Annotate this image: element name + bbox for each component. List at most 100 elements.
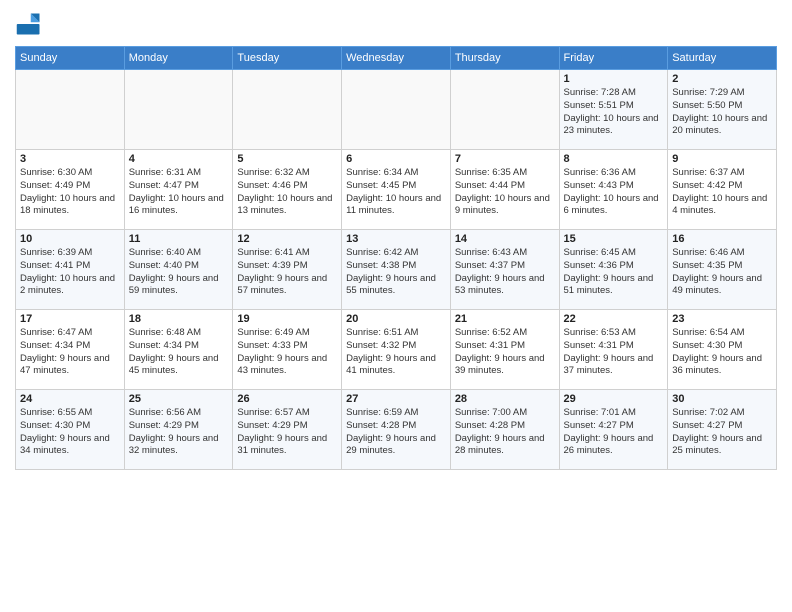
day-info: Sunrise: 6:30 AM Sunset: 4:49 PM Dayligh… xyxy=(20,167,120,218)
day-info: Sunrise: 6:32 AM Sunset: 4:46 PM Dayligh… xyxy=(237,167,337,218)
day-info: Sunrise: 6:39 AM Sunset: 4:41 PM Dayligh… xyxy=(20,247,120,298)
header-cell-saturday: Saturday xyxy=(668,47,777,70)
day-info: Sunrise: 7:00 AM Sunset: 4:28 PM Dayligh… xyxy=(455,407,555,458)
day-number: 10 xyxy=(20,233,120,245)
calendar-cell xyxy=(233,70,342,150)
day-info: Sunrise: 7:28 AM Sunset: 5:51 PM Dayligh… xyxy=(564,87,664,138)
day-number: 29 xyxy=(564,393,664,405)
calendar-cell: 23 Sunrise: 6:54 AM Sunset: 4:30 PM Dayli… xyxy=(668,310,777,390)
calendar-cell xyxy=(450,70,559,150)
day-number: 16 xyxy=(672,233,772,245)
calendar-week-1: 3 Sunrise: 6:30 AM Sunset: 4:49 PM Daylig… xyxy=(16,150,777,230)
day-info: Sunrise: 6:56 AM Sunset: 4:29 PM Dayligh… xyxy=(129,407,229,458)
day-number: 24 xyxy=(20,393,120,405)
calendar-cell: 2 Sunrise: 7:29 AM Sunset: 5:50 PM Daylig… xyxy=(668,70,777,150)
day-info: Sunrise: 6:43 AM Sunset: 4:37 PM Dayligh… xyxy=(455,247,555,298)
day-number: 21 xyxy=(455,313,555,325)
calendar-body: 1 Sunrise: 7:28 AM Sunset: 5:51 PM Daylig… xyxy=(16,70,777,470)
day-number: 23 xyxy=(672,313,772,325)
day-info: Sunrise: 6:42 AM Sunset: 4:38 PM Dayligh… xyxy=(346,247,446,298)
day-info: Sunrise: 7:29 AM Sunset: 5:50 PM Dayligh… xyxy=(672,87,772,138)
day-info: Sunrise: 6:51 AM Sunset: 4:32 PM Dayligh… xyxy=(346,327,446,378)
day-number: 5 xyxy=(237,153,337,165)
header-row: SundayMondayTuesdayWednesdayThursdayFrid… xyxy=(16,47,777,70)
day-number: 1 xyxy=(564,73,664,85)
day-number: 19 xyxy=(237,313,337,325)
calendar-cell: 19 Sunrise: 6:49 AM Sunset: 4:33 PM Dayli… xyxy=(233,310,342,390)
calendar-cell: 29 Sunrise: 7:01 AM Sunset: 4:27 PM Dayli… xyxy=(559,390,668,470)
calendar-cell: 26 Sunrise: 6:57 AM Sunset: 4:29 PM Dayli… xyxy=(233,390,342,470)
header-cell-tuesday: Tuesday xyxy=(233,47,342,70)
day-info: Sunrise: 7:01 AM Sunset: 4:27 PM Dayligh… xyxy=(564,407,664,458)
day-info: Sunrise: 6:48 AM Sunset: 4:34 PM Dayligh… xyxy=(129,327,229,378)
calendar-cell: 27Sunrise: 6:59 AM Sunset: 4:28 PM Dayli… xyxy=(342,390,451,470)
calendar-cell xyxy=(124,70,233,150)
calendar-cell: 11 Sunrise: 6:40 AM Sunset: 4:40 PM Dayli… xyxy=(124,230,233,310)
calendar-header: SundayMondayTuesdayWednesdayThursdayFrid… xyxy=(16,47,777,70)
calendar-cell: 5 Sunrise: 6:32 AM Sunset: 4:46 PM Daylig… xyxy=(233,150,342,230)
day-number: 22 xyxy=(564,313,664,325)
day-info: Sunrise: 6:35 AM Sunset: 4:44 PM Dayligh… xyxy=(455,167,555,218)
calendar-cell: 22 Sunrise: 6:53 AM Sunset: 4:31 PM Dayli… xyxy=(559,310,668,390)
day-number: 26 xyxy=(237,393,337,405)
calendar-cell: 17 Sunrise: 6:47 AM Sunset: 4:34 PM Dayli… xyxy=(16,310,125,390)
calendar-cell: 3 Sunrise: 6:30 AM Sunset: 4:49 PM Daylig… xyxy=(16,150,125,230)
header-cell-sunday: Sunday xyxy=(16,47,125,70)
calendar-cell: 15Sunrise: 6:45 AM Sunset: 4:36 PM Dayli… xyxy=(559,230,668,310)
day-number: 15 xyxy=(564,233,664,245)
header-cell-monday: Monday xyxy=(124,47,233,70)
calendar-cell: 9 Sunrise: 6:37 AM Sunset: 4:42 PM Daylig… xyxy=(668,150,777,230)
calendar-cell: 20 Sunrise: 6:51 AM Sunset: 4:32 PM Dayli… xyxy=(342,310,451,390)
day-number: 14 xyxy=(455,233,555,245)
calendar-cell: 6Sunrise: 6:34 AM Sunset: 4:45 PM Daylig… xyxy=(342,150,451,230)
calendar-week-4: 24 Sunrise: 6:55 AM Sunset: 4:30 PM Dayli… xyxy=(16,390,777,470)
day-number: 25 xyxy=(129,393,229,405)
day-info: Sunrise: 6:31 AM Sunset: 4:47 PM Dayligh… xyxy=(129,167,229,218)
day-info: Sunrise: 6:36 AM Sunset: 4:43 PM Dayligh… xyxy=(564,167,664,218)
calendar-cell: 18Sunrise: 6:48 AM Sunset: 4:34 PM Dayli… xyxy=(124,310,233,390)
calendar-cell: 25 Sunrise: 6:56 AM Sunset: 4:29 PM Dayli… xyxy=(124,390,233,470)
day-number: 2 xyxy=(672,73,772,85)
day-info: Sunrise: 6:34 AM Sunset: 4:45 PM Dayligh… xyxy=(346,167,446,218)
header-cell-friday: Friday xyxy=(559,47,668,70)
day-info: Sunrise: 7:02 AM Sunset: 4:27 PM Dayligh… xyxy=(672,407,772,458)
header xyxy=(15,10,777,38)
day-info: Sunrise: 6:53 AM Sunset: 4:31 PM Dayligh… xyxy=(564,327,664,378)
day-info: Sunrise: 6:59 AM Sunset: 4:28 PM Dayligh… xyxy=(346,407,446,458)
calendar-cell: 8 Sunrise: 6:36 AM Sunset: 4:43 PM Daylig… xyxy=(559,150,668,230)
logo xyxy=(15,10,47,38)
day-info: Sunrise: 6:46 AM Sunset: 4:35 PM Dayligh… xyxy=(672,247,772,298)
calendar-cell: 28 Sunrise: 7:00 AM Sunset: 4:28 PM Dayli… xyxy=(450,390,559,470)
day-number: 17 xyxy=(20,313,120,325)
day-info: Sunrise: 6:47 AM Sunset: 4:34 PM Dayligh… xyxy=(20,327,120,378)
calendar-week-3: 17 Sunrise: 6:47 AM Sunset: 4:34 PM Dayli… xyxy=(16,310,777,390)
calendar-cell: 16 Sunrise: 6:46 AM Sunset: 4:35 PM Dayli… xyxy=(668,230,777,310)
day-info: Sunrise: 6:55 AM Sunset: 4:30 PM Dayligh… xyxy=(20,407,120,458)
calendar-cell: 10 Sunrise: 6:39 AM Sunset: 4:41 PM Dayli… xyxy=(16,230,125,310)
day-number: 30 xyxy=(672,393,772,405)
day-number: 9 xyxy=(672,153,772,165)
day-number: 11 xyxy=(129,233,229,245)
day-number: 20 xyxy=(346,313,446,325)
calendar-cell: 7 Sunrise: 6:35 AM Sunset: 4:44 PM Daylig… xyxy=(450,150,559,230)
calendar-cell xyxy=(342,70,451,150)
day-info: Sunrise: 6:49 AM Sunset: 4:33 PM Dayligh… xyxy=(237,327,337,378)
day-number: 3 xyxy=(20,153,120,165)
day-number: 12 xyxy=(237,233,337,245)
day-number: 7 xyxy=(455,153,555,165)
calendar-cell: 4 Sunrise: 6:31 AM Sunset: 4:47 PM Daylig… xyxy=(124,150,233,230)
day-info: Sunrise: 6:54 AM Sunset: 4:30 PM Dayligh… xyxy=(672,327,772,378)
day-number: 8 xyxy=(564,153,664,165)
day-info: Sunrise: 6:37 AM Sunset: 4:42 PM Dayligh… xyxy=(672,167,772,218)
calendar-cell: 24 Sunrise: 6:55 AM Sunset: 4:30 PM Dayli… xyxy=(16,390,125,470)
day-number: 4 xyxy=(129,153,229,165)
calendar-week-2: 10 Sunrise: 6:39 AM Sunset: 4:41 PM Dayli… xyxy=(16,230,777,310)
day-number: 13 xyxy=(346,233,446,245)
day-info: Sunrise: 6:40 AM Sunset: 4:40 PM Dayligh… xyxy=(129,247,229,298)
calendar-cell: 21 Sunrise: 6:52 AM Sunset: 4:31 PM Dayli… xyxy=(450,310,559,390)
day-info: Sunrise: 6:52 AM Sunset: 4:31 PM Dayligh… xyxy=(455,327,555,378)
header-cell-thursday: Thursday xyxy=(450,47,559,70)
day-info: Sunrise: 6:57 AM Sunset: 4:29 PM Dayligh… xyxy=(237,407,337,458)
day-number: 28 xyxy=(455,393,555,405)
calendar-cell: 13 Sunrise: 6:42 AM Sunset: 4:38 PM Dayli… xyxy=(342,230,451,310)
